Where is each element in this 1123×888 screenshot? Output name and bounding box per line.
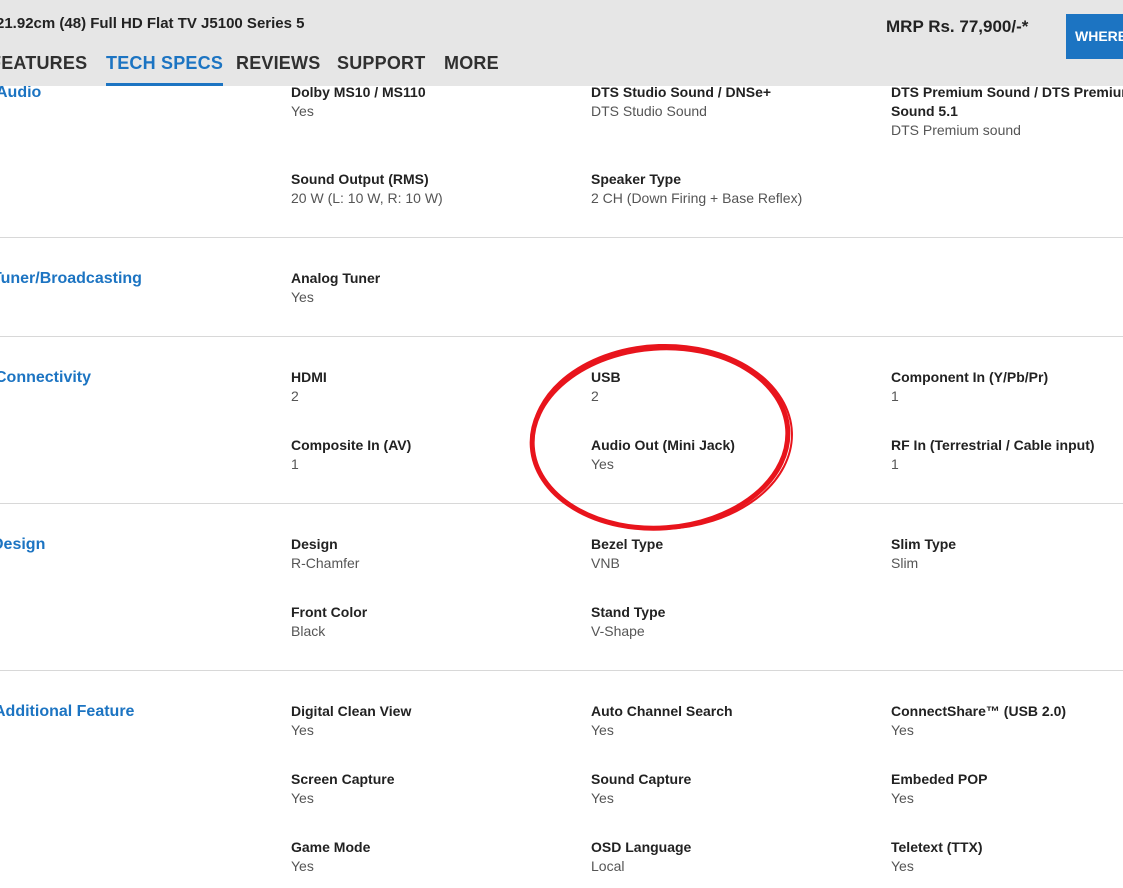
spec-item: Component In (Y/Pb/Pr) 1 xyxy=(891,368,1123,406)
spec-value: Yes xyxy=(291,722,314,738)
spec-item: OSD Language Local xyxy=(591,838,881,876)
spec-item: Game Mode Yes xyxy=(291,838,581,876)
section-title-audio: Audio xyxy=(0,84,42,101)
spec-item: Auto Channel Search Yes xyxy=(591,702,881,740)
spec-value: Black xyxy=(291,623,326,639)
spec-name: Digital Clean View xyxy=(291,703,412,719)
spec-item: Slim Type Slim xyxy=(891,535,1121,573)
spec-name: RF In (Terrestrial / Cable input) xyxy=(891,437,1095,453)
where-to-buy-button[interactable]: WHERE TO BUY xyxy=(1066,14,1123,59)
spec-value: Slim xyxy=(891,555,919,571)
spec-item: RF In (Terrestrial / Cable input) 1 xyxy=(891,436,1123,474)
spec-item: Analog Tuner Yes xyxy=(291,269,581,307)
spec-value: 20 W (L: 10 W, R: 10 W) xyxy=(291,190,443,206)
spec-item: ConnectShare™ (USB 2.0) Yes xyxy=(891,702,1121,740)
spec-name: Sound Capture xyxy=(591,771,692,787)
tab-support[interactable]: SUPPORT xyxy=(337,53,425,74)
spec-value: Local xyxy=(591,858,625,874)
section-divider xyxy=(0,336,1123,337)
spec-item: Embeded POP Yes xyxy=(891,770,1121,808)
section-title-tuner: Tuner/Broadcasting xyxy=(0,270,142,287)
spec-value: 2 CH (Down Firing + Base Reflex) xyxy=(591,190,803,206)
spec-name: Speaker Type xyxy=(591,171,682,187)
spec-value: Yes xyxy=(591,456,614,472)
spec-name: HDMI xyxy=(291,369,327,385)
spec-value: DTS Premium sound xyxy=(891,122,1021,138)
spec-item: Sound Capture Yes xyxy=(591,770,881,808)
spec-name: Stand Type xyxy=(591,604,666,620)
spec-name: Slim Type xyxy=(891,536,957,552)
spec-name: USB xyxy=(591,369,621,385)
spec-value: 2 xyxy=(591,388,599,404)
spec-value: V-Shape xyxy=(591,623,645,639)
spec-name: OSD Language xyxy=(591,839,692,855)
tab-tech-specs[interactable]: TECH SPECS xyxy=(106,53,224,86)
spec-value: Yes xyxy=(291,289,314,305)
spec-item: Dolby MS10 / MS110 Yes xyxy=(291,83,581,121)
spec-item: Digital Clean View Yes xyxy=(291,702,581,740)
spec-item: Design R-Chamfer xyxy=(291,535,581,573)
sticky-header: 21.92cm (48) Full HD Flat TV J5100 Serie… xyxy=(0,0,1123,86)
spec-value: Yes xyxy=(291,103,314,119)
spec-item: DTS Premium Sound / DTS Premium Sound 5.… xyxy=(891,83,1123,140)
spec-name: Auto Channel Search xyxy=(591,703,733,719)
spec-name: Game Mode xyxy=(291,839,371,855)
spec-name: Screen Capture xyxy=(291,771,395,787)
tab-more[interactable]: MORE xyxy=(444,53,499,74)
spec-item: Front Color Black xyxy=(291,603,581,641)
spec-value: 2 xyxy=(291,388,299,404)
spec-item: DTS Studio Sound / DNSe+ DTS Studio Soun… xyxy=(591,83,881,121)
spec-name: Component In (Y/Pb/Pr) xyxy=(891,369,1049,385)
spec-value: Yes xyxy=(891,722,914,738)
spec-name: Front Color xyxy=(291,604,368,620)
spec-name: Audio Out (Mini Jack) xyxy=(591,437,735,453)
spec-item: Sound Output (RMS) 20 W (L: 10 W, R: 10 … xyxy=(291,170,581,208)
section-title-connectivity: Connectivity xyxy=(0,369,92,386)
spec-name: Design xyxy=(291,536,338,552)
spec-value: 1 xyxy=(291,456,299,472)
tab-features[interactable]: FEATURES xyxy=(0,53,87,74)
section-divider xyxy=(0,237,1123,238)
section-title-additional-feature: Additional Feature xyxy=(0,703,135,720)
spec-name: DTS Premium Sound / DTS Premium Sound 5.… xyxy=(891,84,1123,119)
spec-item: USB 2 xyxy=(591,368,881,406)
spec-value: Yes xyxy=(891,858,914,874)
product-title: 21.92cm (48) Full HD Flat TV J5100 Serie… xyxy=(0,15,305,32)
spec-value: R-Chamfer xyxy=(291,555,360,571)
spec-name: Sound Output (RMS) xyxy=(291,171,429,187)
spec-item: Teletext (TTX) Yes xyxy=(891,838,1121,876)
spec-name: Analog Tuner xyxy=(291,270,381,286)
spec-name: ConnectShare™ (USB 2.0) xyxy=(891,703,1067,719)
spec-value: Yes xyxy=(891,790,914,806)
spec-item: Stand Type V-Shape xyxy=(591,603,881,641)
spec-item: Audio Out (Mini Jack) Yes xyxy=(591,436,881,474)
spec-value: VNB xyxy=(591,555,620,571)
spec-value: DTS Studio Sound xyxy=(591,103,707,119)
spec-value: Yes xyxy=(291,790,314,806)
spec-item: HDMI 2 xyxy=(291,368,581,406)
spec-name: Teletext (TTX) xyxy=(891,839,983,855)
spec-item: Composite In (AV) 1 xyxy=(291,436,581,474)
spec-item: Speaker Type 2 CH (Down Firing + Base Re… xyxy=(591,170,881,208)
spec-name: Embeded POP xyxy=(891,771,988,787)
spec-value: Yes xyxy=(591,722,614,738)
section-divider xyxy=(0,670,1123,671)
spec-item: Screen Capture Yes xyxy=(291,770,581,808)
price-label: MRP Rs. 77,900/-* xyxy=(886,17,1029,36)
section-divider xyxy=(0,503,1123,504)
spec-value: 1 xyxy=(891,388,899,404)
spec-value: Yes xyxy=(591,790,614,806)
spec-item: Bezel Type VNB xyxy=(591,535,881,573)
spec-name: Bezel Type xyxy=(591,536,664,552)
spec-value: Yes xyxy=(291,858,314,874)
spec-value: 1 xyxy=(891,456,899,472)
spec-name: Composite In (AV) xyxy=(291,437,412,453)
section-title-design: Design xyxy=(0,536,46,553)
tab-reviews[interactable]: REVIEWS xyxy=(236,53,320,74)
